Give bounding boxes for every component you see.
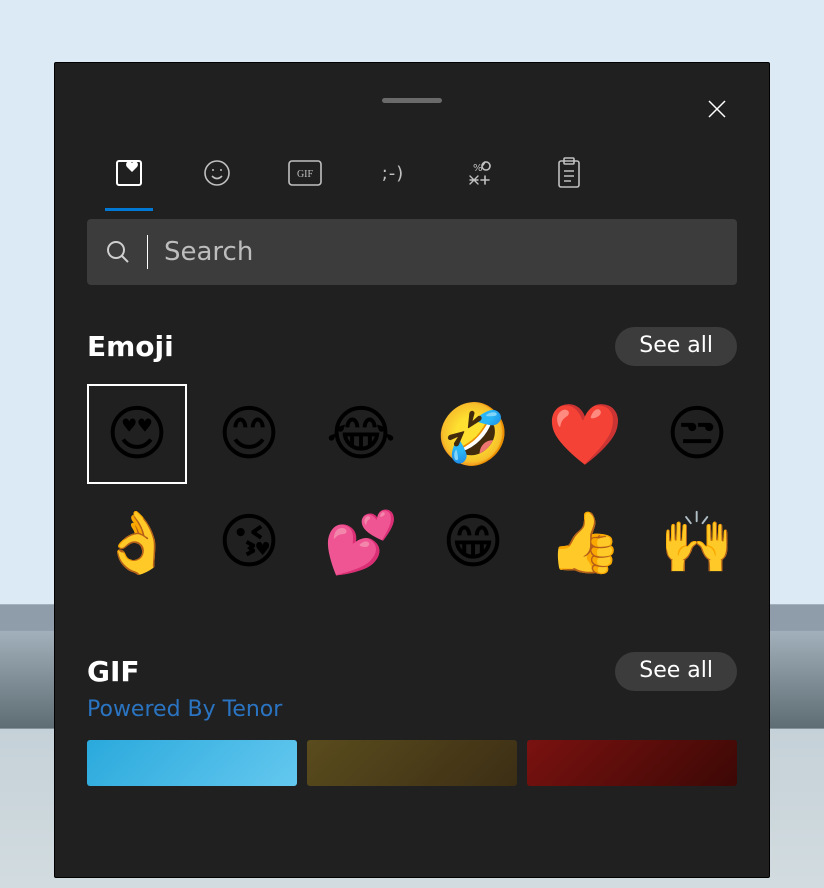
tab-kaomoji[interactable]: ;-)	[371, 151, 415, 195]
search-input[interactable]	[164, 237, 719, 267]
svg-text:GIF: GIF	[297, 169, 314, 180]
gif-attribution: Powered By Tenor	[87, 697, 737, 722]
gif-section-header: GIF See all	[87, 652, 737, 691]
close-icon	[705, 97, 729, 121]
gif-row	[87, 740, 737, 786]
emoji-thumbs-up[interactable]: 👍	[535, 492, 635, 592]
emoji-picker-panel: GIF ;-) % Emoji	[54, 62, 770, 878]
tab-symbols[interactable]: %	[459, 151, 503, 195]
emoji-ok-hand[interactable]: 👌	[87, 492, 187, 592]
gif-icon: GIF	[288, 160, 322, 186]
emoji-raising-hands[interactable]: 🙌	[647, 492, 747, 592]
emoji-face-blowing-kiss[interactable]: 😘	[199, 492, 299, 592]
text-cursor	[147, 235, 148, 269]
gif-thumbnail[interactable]	[527, 740, 737, 786]
emoji-section-title: Emoji	[87, 330, 174, 363]
emoji-face-tears-of-joy[interactable]: 😂	[311, 384, 411, 484]
clipboard-icon	[556, 157, 582, 189]
emoji-smiling-face-heart-eyes[interactable]: 😍	[87, 384, 187, 484]
tab-gif[interactable]: GIF	[283, 151, 327, 195]
emoji-rolling-on-floor-laughing[interactable]: 🤣	[423, 384, 523, 484]
gif-thumbnail[interactable]	[87, 740, 297, 786]
search-icon	[105, 239, 131, 265]
gif-thumbnail[interactable]	[307, 740, 517, 786]
symbols-icon: %	[466, 158, 496, 188]
emoji-grid: 😍 😊 😂 🤣 ❤️ 😒 👌 😘 💕 😁 👍 🙌	[87, 384, 737, 592]
tab-emoji[interactable]	[195, 151, 239, 195]
emoji-red-heart[interactable]: ❤️	[535, 384, 635, 484]
tab-favorites[interactable]	[107, 151, 151, 195]
emoji-unamused-face[interactable]: 😒	[647, 384, 747, 484]
emoji-beaming-face[interactable]: 😁	[423, 492, 523, 592]
search-field[interactable]	[87, 219, 737, 285]
tab-clipboard[interactable]	[547, 151, 591, 195]
titlebar	[87, 63, 737, 137]
drag-handle[interactable]	[382, 98, 442, 103]
favorites-icon	[112, 156, 146, 190]
close-button[interactable]	[701, 93, 733, 125]
gif-section-title: GIF	[87, 655, 140, 688]
category-tabs: GIF ;-) %	[87, 137, 737, 209]
emoji-two-hearts[interactable]: 💕	[311, 492, 411, 592]
emoji-icon	[202, 158, 232, 188]
svg-text:%: %	[473, 163, 483, 174]
kaomoji-icon: ;-)	[382, 163, 405, 184]
emoji-see-all-button[interactable]: See all	[615, 327, 737, 366]
emoji-section-header: Emoji See all	[87, 327, 737, 366]
emoji-smiling-face-blush[interactable]: 😊	[199, 384, 299, 484]
gif-see-all-button[interactable]: See all	[615, 652, 737, 691]
